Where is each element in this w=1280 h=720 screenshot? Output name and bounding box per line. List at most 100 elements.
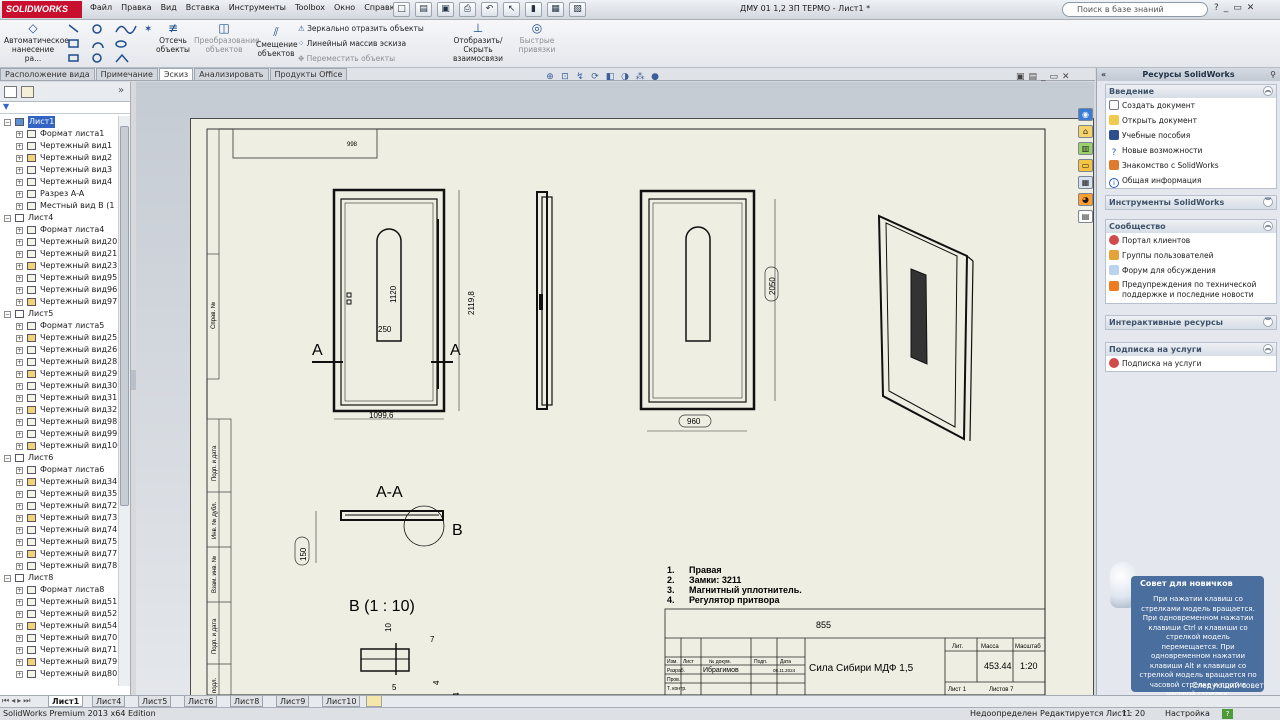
collapse-pane-icon[interactable]: « [1101,68,1106,81]
menu-insert[interactable]: Вставка [186,3,220,12]
tree-view-node[interactable]: + Чертежный вид54 [0,620,118,632]
rotate-view-icon[interactable]: ⟳ [589,72,601,83]
title-block[interactable] [664,608,1046,695]
expand-node-icon[interactable]: + [16,563,23,570]
expand-node-icon[interactable]: + [16,659,23,666]
front-view-door[interactable] [312,188,453,413]
tree-view-node[interactable]: + Чертежный вид28 [0,356,118,368]
tree-view-node[interactable]: + Чертежный вид71 [0,644,118,656]
scene-icon[interactable]: ● [649,72,661,83]
show-hide-relations-button[interactable]: ⊥ Отобразить/Скрыть взаимосвязи [442,22,514,63]
sketch-tools-grid[interactable]: ✶ [66,22,156,64]
isometric-view-door[interactable] [877,214,974,442]
link-customer-portal[interactable]: Портал клиентов [1106,233,1276,248]
new-document-icon[interactable]: □ [393,2,410,17]
sheet-tab-4[interactable]: Лист4 [92,696,126,707]
expand-node-icon[interactable]: + [16,347,23,354]
expand-node-icon[interactable]: + [16,647,23,654]
link-intro-solidworks[interactable]: Знакомство с SolidWorks [1106,158,1276,173]
view-palette-icon[interactable]: ▦ [1078,176,1093,189]
tree-view-node[interactable]: + Чертежный вид20 [0,236,118,248]
dim-window-height[interactable]: 1120 [389,285,398,303]
expand-node-icon[interactable]: + [16,479,23,486]
detail-view[interactable] [360,643,410,675]
tree-view-node[interactable]: + Чертежный вид25 [0,332,118,344]
section-view[interactable] [340,505,445,547]
expand-node-icon[interactable]: + [16,539,23,546]
restore-icon[interactable]: ▭ [1233,3,1242,13]
knowledge-search-input[interactable]: Поиск в базе знаний [1062,2,1208,17]
link-tech-alerts[interactable]: Предупреждения по технической поддержке … [1106,278,1276,303]
expand-node-icon[interactable]: + [16,143,23,150]
sheet-tab-8[interactable]: Лист8 [230,696,264,707]
trim-entities-button[interactable]: ≢ Отсечь объекты [156,22,190,54]
collapse-icon[interactable]: ︽ [1263,86,1273,96]
sheet-tab-10[interactable]: Лист10 [322,696,361,707]
appearance-icon[interactable]: ⁂ [634,72,646,83]
collapse-node-icon[interactable]: − [4,119,11,126]
expand-node-icon[interactable]: + [16,371,23,378]
undo-icon[interactable]: ↶ [481,2,498,17]
tree-view-node[interactable]: + Чертежный вид3 [0,164,118,176]
link-subscription[interactable]: Подписка на услуги [1106,356,1276,371]
viewport-minimize-icon[interactable]: ▣ [1016,72,1025,82]
tree-view-node[interactable]: + Чертежный вид79 [0,656,118,668]
expand-node-icon[interactable]: + [16,515,23,522]
menu-file[interactable]: Файл [90,3,112,12]
mirror-entities-button[interactable]: ⚠ Зеркально отразить объекты [298,24,424,33]
link-user-groups[interactable]: Группы пользователей [1106,248,1276,263]
tree-view-node[interactable]: + Чертежный вид73 [0,512,118,524]
tree-view-node[interactable]: + Формат листа4 [0,224,118,236]
tree-sheet-node[interactable]: − Лист8 [0,572,118,584]
linear-pattern-button[interactable]: ⁘ Линейный массив эскиза [298,39,406,48]
tree-view-node[interactable]: + Чертежный вид95 [0,272,118,284]
tree-view-node[interactable]: + Разрез A-A [0,188,118,200]
collapse-icon[interactable]: ︽ [1263,344,1273,354]
expand-node-icon[interactable]: + [16,251,23,258]
expand-node-icon[interactable]: + [16,299,23,306]
tree-view-node[interactable]: + Чертежный вид75 [0,536,118,548]
tree-view-node[interactable]: + Формат листа6 [0,464,118,476]
custom-properties-icon[interactable]: ▤ [1078,210,1093,223]
convert-entities-button[interactable]: ◫ Преобразование объектов [194,22,260,54]
tree-sheet-node[interactable]: − Лист6 [0,452,118,464]
expand-node-icon[interactable]: + [16,335,23,342]
tree-view-node[interactable]: + Чертежный вид51 [0,596,118,608]
menu-tools[interactable]: Инструменты [229,3,286,12]
status-settings[interactable]: Настройка [1165,708,1210,720]
tree-view-node[interactable]: + Чертежный вид2 [0,152,118,164]
tree-view-node[interactable]: + Чертежный вид21 [0,248,118,260]
property-tab-icon[interactable] [21,86,34,98]
tree-view-node[interactable]: + Чертежный вид1 [0,140,118,152]
open-folder-icon[interactable]: ▤ [415,2,432,17]
tree-scrollbar[interactable] [118,116,130,686]
expand-node-icon[interactable]: + [16,239,23,246]
rebuild-icon[interactable]: ▮ [525,2,542,17]
expand-node-icon[interactable]: + [16,611,23,618]
design-library-icon[interactable]: ▥ [1078,142,1093,155]
menu-view[interactable]: Вид [161,3,177,12]
viewport-restore-icon[interactable]: ▭ [1050,72,1059,82]
dim-width-front[interactable]: 1099,6 [369,411,394,420]
viewport-min-icon[interactable]: _ [1041,72,1046,82]
viewport-tile-icon[interactable]: ▤ [1029,72,1038,82]
tree-view-node[interactable]: + Чертежный вид98 [0,416,118,428]
pin-icon[interactable]: ⚲ [1270,68,1276,81]
dim-height-front[interactable]: 2119,8 [467,291,476,315]
tree-view-node[interactable]: + Чертежный вид34 [0,476,118,488]
back-view-door[interactable] [639,189,756,411]
expand-node-icon[interactable]: + [16,527,23,534]
expand-node-icon[interactable]: + [16,383,23,390]
dim-section-height[interactable]: 150 [299,547,308,561]
scrollbar-thumb[interactable] [120,126,129,506]
expand-node-icon[interactable]: + [16,287,23,294]
menu-edit[interactable]: Правка [121,3,151,12]
print-icon[interactable]: ⎙ [459,2,476,17]
zoom-area-icon[interactable]: ⊡ [559,72,571,83]
menu-toolbox[interactable]: Toolbox [295,3,325,12]
link-forum[interactable]: Форум для обсуждения [1106,263,1276,278]
expand-node-icon[interactable]: + [16,503,23,510]
expand-node-icon[interactable]: + [16,407,23,414]
tree-view-node[interactable]: + Чертежный вид72 [0,500,118,512]
expand-node-icon[interactable]: + [16,635,23,642]
